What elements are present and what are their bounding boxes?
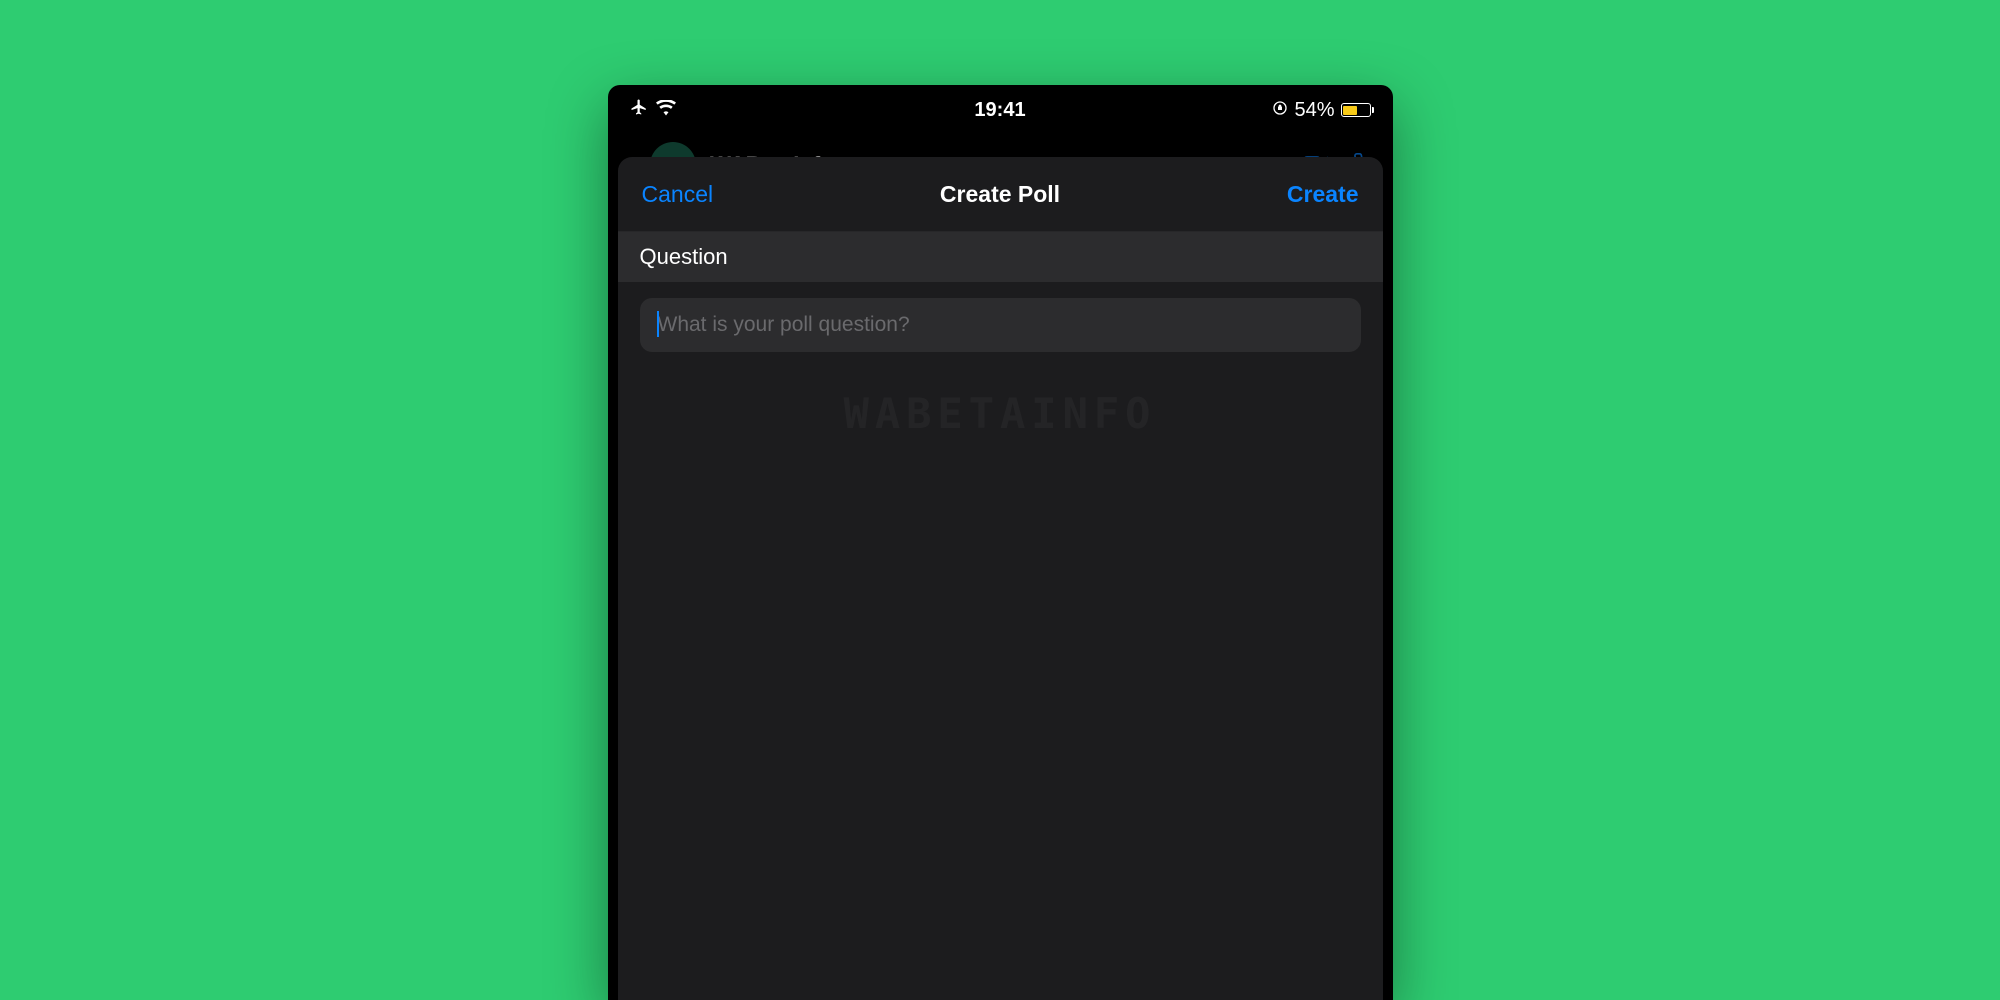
status-bar: 19:41 54% bbox=[608, 85, 1393, 135]
status-right: 54% bbox=[1272, 99, 1370, 122]
poll-question-input[interactable] bbox=[640, 298, 1361, 352]
wifi-icon bbox=[656, 99, 676, 122]
status-time: 19:41 bbox=[974, 99, 1025, 122]
cancel-button[interactable]: Cancel bbox=[642, 181, 714, 208]
create-button[interactable]: Create bbox=[1287, 181, 1359, 208]
watermark-text-2: WABETAINFO bbox=[618, 389, 1383, 438]
airplane-mode-icon bbox=[630, 98, 648, 122]
phone-screen: 19:41 54% ‹ W8! WABetaInfo bbox=[608, 85, 1393, 1000]
create-poll-modal: WABETAINFO WABETAINFO Cancel Create Poll… bbox=[618, 157, 1383, 1000]
orientation-lock-icon bbox=[1272, 99, 1288, 122]
question-section-label: Question bbox=[618, 232, 1383, 282]
battery-percent: 54% bbox=[1294, 99, 1334, 122]
status-left bbox=[630, 98, 676, 122]
question-input-wrapper bbox=[618, 282, 1383, 368]
modal-title: Create Poll bbox=[940, 181, 1060, 208]
battery-icon bbox=[1341, 103, 1371, 117]
modal-header: Cancel Create Poll Create bbox=[618, 157, 1383, 232]
text-cursor bbox=[657, 311, 660, 337]
